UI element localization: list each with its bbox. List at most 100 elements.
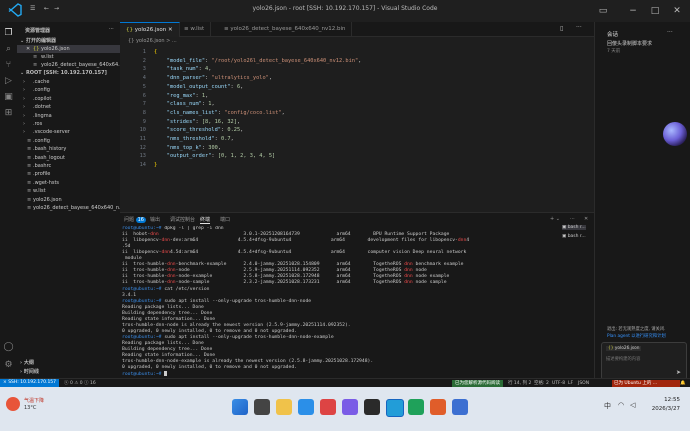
tree-file[interactable]: ≡ yolo26_detect_bayese_640x640_n... [17,204,120,212]
account-icon[interactable]: ◯ [3,342,14,353]
app-icon[interactable] [430,399,446,415]
split-editor-icon[interactable]: ▯ [560,25,563,32]
file-icon: ≡ [27,205,32,211]
tree-file[interactable]: ≡ .config [17,137,120,145]
terminal-text: ii libopencv- [122,250,162,256]
tree-folder[interactable]: › .ros [17,120,120,128]
app-icon[interactable] [408,399,424,415]
terminal-list-item[interactable]: ▣ bash r... [562,234,586,239]
tree-file[interactable]: ≡ .bash_logout [17,154,120,162]
tree-folder[interactable]: › .cache [17,78,120,86]
tree-folder[interactable]: › .config [17,86,120,94]
terminal-list-item[interactable]: ▣ bash r... [562,225,586,230]
weather-icon[interactable] [6,397,20,411]
clock-date[interactable]: 2026/3/27 [648,406,680,412]
tree-folder[interactable]: › .dotnet [17,103,120,111]
remote-explorer-icon[interactable]: ▣ [3,92,14,103]
breadcrumb[interactable]: {} yolo26.json > ... [128,38,177,44]
plan-agent-link[interactable]: Plan agent 以进行研究和计划 [607,333,666,339]
more-actions-icon[interactable]: ··· [576,24,582,31]
run-debug-icon[interactable]: ▷ [3,76,14,87]
terminal-text: Building dependency tree... Done [122,347,213,352]
code-view[interactable]: 1 2 3 4 5 6 7 8 9 10 11 12 13 14{ "model_file": "/roo… [120,48,594,208]
clock-time[interactable]: 12:55 [648,397,680,403]
terminal-text: ii tros-humble- [122,268,168,274]
close-icon[interactable]: ✕ [26,45,30,53]
tab-problems[interactable]: 问题 16 [124,216,146,223]
app-icon[interactable] [320,399,336,415]
tree-file[interactable]: ≡ .bashrc [17,162,120,170]
root-folder-header[interactable]: ⌄ ROOT [SSH: 10.192.170.157] [20,70,107,76]
close-panel-icon[interactable]: ✕ [584,216,588,222]
more-actions-icon[interactable]: ··· [667,29,673,36]
forward-arrow-icon[interactable]: → [54,5,59,12]
more-actions-icon[interactable]: ··· [570,216,575,222]
visual-studio-icon[interactable] [342,399,358,415]
terminal-match: dnn [404,280,413,286]
wifi-icon[interactable]: ◠ [618,401,624,409]
maximize-icon[interactable]: □ [648,4,662,18]
encoding[interactable]: UTF-8 [552,380,565,387]
tree-file[interactable]: ≡ yolo26.json [17,196,120,204]
tree-file[interactable]: ≡ w.list [17,187,120,195]
tab-yolo26-json[interactable]: {} yolo26.json ✕ [120,22,180,37]
terminal-prompt: root@ubuntu:~# [122,372,165,378]
ime-indicator[interactable]: 中 [604,401,611,411]
tab-output[interactable]: 输出 [150,216,160,223]
terminal-match: dnn [167,262,176,268]
cursor-position[interactable]: 行 14, 列 2 [508,380,531,387]
app-icon[interactable] [452,399,468,415]
new-terminal-icon[interactable]: + ⌄ [550,216,560,222]
session-title[interactable]: 回傻头录制脚本要求 [607,40,652,47]
explorer-icon[interactable]: ❐ [3,28,14,39]
timeline-header[interactable]: › 时间线 [20,368,39,375]
tree-folder[interactable]: › .vscode-server [17,128,120,136]
open-editor-item[interactable]: ≡ w.list [17,53,120,61]
volume-icon[interactable]: ◁ [630,401,635,409]
layout-icon[interactable]: ▭ [596,4,610,18]
search-icon[interactable]: ⌕ [3,44,14,55]
tree-file[interactable]: ≡ .wget-hsts [17,179,120,187]
more-actions-icon[interactable]: ··· [109,26,114,32]
file-explorer-icon[interactable] [276,399,292,415]
open-editor-item[interactable]: ✕ {} yolo26.json [17,45,120,53]
problems-indicator[interactable]: ⓧ 0 ⚠ 0 ⓘ 16 [64,380,96,387]
tree-folder[interactable]: › .lingma [17,112,120,120]
tab-terminal[interactable]: 终端 [200,216,211,224]
close-icon[interactable]: ✕ [168,27,173,33]
minimize-icon[interactable]: − [626,4,640,18]
close-icon[interactable]: ✕ [670,4,684,18]
terminal-app-icon[interactable] [364,399,380,415]
open-editor-item[interactable]: ≡ yolo26_detect_bayese_640x64... [17,61,120,69]
agent-status[interactable]: 已为您解析源代码阅读 [452,380,503,387]
notification[interactable]: 已为 Ubuntu 上的 ... [612,380,680,387]
tree-file[interactable]: ≡ .profile [17,170,120,178]
browser-icon[interactable] [298,399,314,415]
language-mode[interactable]: JSON [578,380,589,387]
tab-w-list[interactable]: ≡ w.list [178,22,212,36]
indent-setting[interactable]: 空格: 2 [534,380,549,387]
send-icon[interactable]: ➤ [676,369,681,376]
open-editors-header[interactable]: ⌄ 打开的编辑器 [20,37,56,44]
source-control-icon[interactable]: ⑂ [3,60,14,71]
vscode-taskbar-icon[interactable] [386,399,404,417]
bell-icon[interactable]: 🔔 [680,380,686,387]
menu-icon[interactable]: ☰ [30,5,35,12]
eol[interactable]: LF [568,380,573,387]
weather-desc[interactable]: 气温下降 [24,397,44,404]
tree-folder[interactable]: › .copilot [17,95,120,103]
task-view-icon[interactable] [254,399,270,415]
tab-model-bin[interactable]: ≡ yolo26_detect_bayese_640x640_nv12.bin [218,22,353,36]
outline-header[interactable]: › 大纲 [20,359,34,366]
tab-debug-console[interactable]: 调试控制台 [170,216,195,223]
tab-ports[interactable]: 端口 [220,216,230,223]
terminal[interactable]: root@ubuntu:~# dpkg -l | grep -i dnn ii h… [122,226,586,378]
tree-file[interactable]: ≡ .bash_history [17,145,120,153]
gear-icon[interactable]: ⚙ [3,360,14,371]
start-icon[interactable] [232,399,248,415]
chat-input-box[interactable]: {} yolo26.json 描述要构建的内容 ➤ [601,342,687,380]
tree-item-label: .lingma [33,112,52,119]
extensions-icon[interactable]: ⊞ [3,108,14,119]
file-chip[interactable]: {} yolo26.json [606,346,642,351]
back-arrow-icon[interactable]: ← [44,5,49,12]
